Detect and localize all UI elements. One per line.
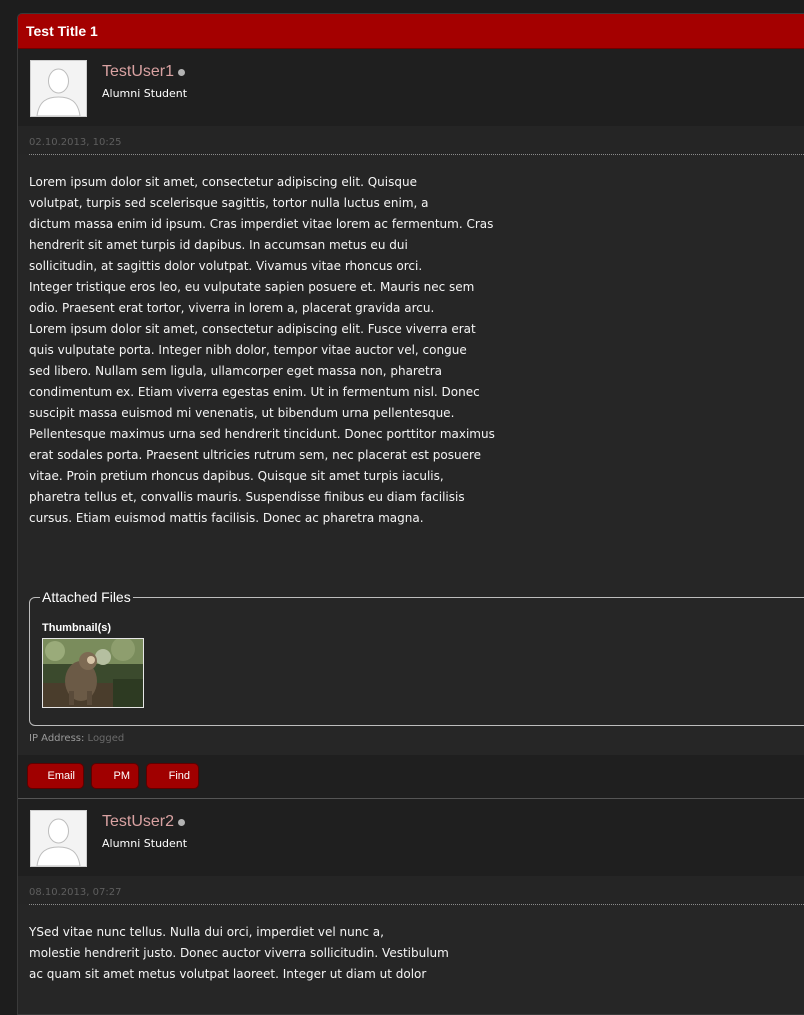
user-title: Alumni Student [102, 87, 188, 100]
post-2: TestUser2 Alumni Student 08.10.2013, 07:… [18, 799, 804, 981]
thread-title-bar: Test Title 1 [18, 14, 804, 49]
divider [29, 154, 804, 155]
attached-files-legend: Attached Files [40, 589, 133, 605]
ip-address-label: IP Address: [29, 733, 85, 744]
find-button-label: Find [168, 770, 190, 782]
divider [29, 904, 804, 905]
post-meta: 02.10.2013, 10:25 [18, 126, 804, 155]
monkey-photo-icon [43, 639, 143, 707]
email-button-label: Email [47, 770, 75, 782]
post-date: 08.10.2013, 07:27 [29, 887, 122, 898]
thread-title: Test Title 1 [26, 23, 98, 39]
default-avatar-icon [31, 811, 86, 866]
email-button[interactable]: Email [27, 763, 84, 789]
post-body: Lorem ipsum dolor sit amet, consectetur … [29, 175, 495, 525]
post-author-panel: TestUser1 Alumni Student [18, 49, 804, 126]
post-action-bar: Email PM Find [18, 755, 804, 799]
find-button[interactable]: Find [146, 763, 199, 789]
pm-button-label: PM [113, 770, 131, 782]
attached-files-fieldset: Attached Files Thumbnail(s) [29, 589, 804, 726]
post-date: 02.10.2013, 10:25 [29, 137, 122, 148]
thread-container: Test Title 1 TestUser1 Alumni Student 02… [17, 13, 804, 1015]
username-link[interactable]: TestUser2 [102, 813, 174, 831]
avatar[interactable] [30, 60, 87, 117]
avatar[interactable] [30, 810, 87, 867]
post-body: YSed vitae nunc tellus. Nulla dui orci, … [29, 925, 449, 981]
username-link[interactable]: TestUser1 [102, 63, 174, 81]
thumbnails-label: Thumbnail(s) [42, 622, 112, 634]
post-meta: 08.10.2013, 07:27 [18, 876, 804, 905]
attachment-thumbnail[interactable] [42, 638, 144, 708]
user-title: Alumni Student [102, 837, 188, 850]
offline-status-icon [178, 69, 185, 76]
ip-address-line: IP Address: Logged [29, 733, 124, 744]
offline-status-icon [178, 819, 185, 826]
default-avatar-icon [31, 61, 86, 116]
pm-button[interactable]: PM [91, 763, 139, 789]
post-author-panel: TestUser2 Alumni Student [18, 799, 804, 876]
ip-address-value: Logged [87, 733, 125, 744]
